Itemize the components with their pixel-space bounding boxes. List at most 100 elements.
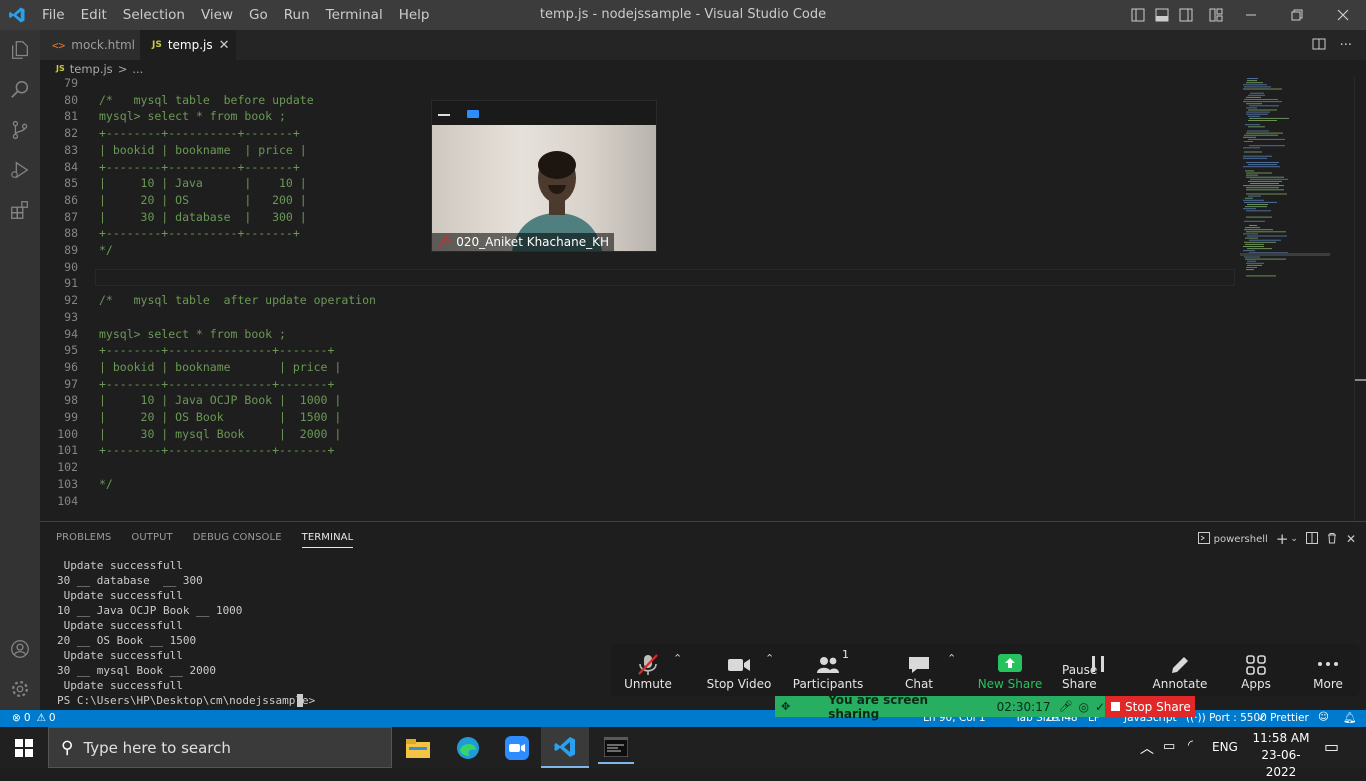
new-share-button[interactable]: New Share <box>976 644 1044 696</box>
prettier-status[interactable]: ✓ Prettier <box>1258 712 1309 724</box>
tab-terminal[interactable]: TERMINAL <box>301 532 354 548</box>
drag-handle-icon[interactable]: ✥ <box>781 700 790 713</box>
video-options-chevron-icon[interactable]: ⌃ <box>765 652 774 665</box>
tab-output[interactable]: OUTPUT <box>131 532 172 548</box>
code-line[interactable]: +--------+----------+-------+ <box>99 226 300 240</box>
minimap[interactable] <box>1240 77 1330 287</box>
participants-button[interactable]: 1 Participants <box>793 644 864 696</box>
code-editor[interactable]: 79 80 /* mysql table before update 81 mysql>… <box>40 77 1366 521</box>
close-panel-icon[interactable]: ✕ <box>1346 532 1356 546</box>
source-control-icon[interactable] <box>0 110 40 150</box>
toggle-panel-icon[interactable] <box>1150 0 1174 30</box>
audio-options-chevron-icon[interactable]: ⌃ <box>673 652 682 665</box>
show-hidden-icons-chevron-icon[interactable]: ︿ <box>1140 738 1154 758</box>
code-line[interactable]: mysql> select * from book ; <box>99 327 286 341</box>
code-line[interactable]: | bookid | bookname | price | <box>99 360 341 374</box>
muted-mic-icon[interactable]: 🎤︎ <box>1058 700 1072 713</box>
tab-debug-console[interactable]: DEBUG CONSOLE <box>193 532 282 548</box>
video-view-icon[interactable] <box>467 110 479 118</box>
code-line[interactable]: | 20 | OS Book | 1500 | <box>99 410 341 424</box>
taskbar-search-box[interactable]: ⚲ Type here to search <box>48 727 392 768</box>
code-line[interactable]: | 20 | OS | 200 | <box>99 193 307 207</box>
notifications-bell-icon[interactable]: 🔔︎ <box>1343 711 1356 724</box>
menu-file[interactable]: File <box>34 7 73 23</box>
vscode-taskbar-icon[interactable] <box>541 727 589 768</box>
accounts-icon[interactable] <box>0 629 40 669</box>
new-terminal-icon[interactable]: + <box>1276 530 1289 548</box>
menu-edit[interactable]: Edit <box>73 7 115 23</box>
more-button[interactable]: More <box>1300 644 1356 696</box>
code-line[interactable]: */ <box>99 243 113 257</box>
chat-button[interactable]: Chat <box>892 644 946 696</box>
menu-view[interactable]: View <box>193 7 241 23</box>
kill-terminal-trash-icon[interactable] <box>1326 532 1338 547</box>
code-line[interactable]: /* mysql table before update <box>99 93 314 107</box>
menu-terminal[interactable]: Terminal <box>318 7 391 23</box>
battery-icon[interactable]: ▭ <box>1163 739 1175 754</box>
file-explorer-icon[interactable] <box>400 731 436 764</box>
apps-button[interactable]: Apps <box>1230 644 1282 696</box>
code-line[interactable]: */ <box>99 477 113 491</box>
start-windows-icon[interactable] <box>0 727 48 768</box>
minimize-button[interactable] <box>1228 0 1274 30</box>
live-server-port[interactable]: ((·)) Port : 5500 <box>1186 712 1267 724</box>
tab-mock-html[interactable]: <> mock.html <box>40 30 140 60</box>
shield-check-icon[interactable]: ✓ <box>1095 700 1105 714</box>
problems-status[interactable]: ⊗ 0 ⚠ 0 <box>12 712 56 724</box>
minimize-video-icon[interactable] <box>438 114 450 116</box>
editor-scrollbar[interactable] <box>1354 77 1366 521</box>
code-line[interactable]: +--------+----------+-------+ <box>99 160 300 174</box>
menu-selection[interactable]: Selection <box>115 7 193 23</box>
code-line[interactable]: /* mysql table after update operation <box>99 293 376 307</box>
minimap-viewport[interactable] <box>1240 253 1330 256</box>
annotate-button[interactable]: Annotate <box>1148 644 1212 696</box>
code-line[interactable]: +--------+---------------+-------+ <box>99 343 334 357</box>
menu-run[interactable]: Run <box>276 7 318 23</box>
pause-share-button[interactable]: Pause Share <box>1062 644 1134 696</box>
screen-sharing-bar[interactable]: ✥ You are screen sharing 02:30:17 🎤︎ ◎ ✓ <box>775 693 1105 721</box>
toggle-sidebar-icon[interactable] <box>1126 0 1150 30</box>
toggle-secondary-sidebar-icon[interactable] <box>1174 0 1198 30</box>
chat-options-chevron-icon[interactable]: ⌃ <box>947 652 956 665</box>
notification-center-icon[interactable]: ▭ <box>1324 737 1339 756</box>
clock[interactable]: 11:58 AM 23-06-2022 <box>1248 730 1314 781</box>
mysql-shell-icon[interactable] <box>598 731 634 764</box>
feedback-icon[interactable]: ☺ <box>1318 711 1329 723</box>
search-icon[interactable] <box>0 70 40 110</box>
record-icon[interactable]: ◎ <box>1078 700 1088 714</box>
code-line[interactable]: | 10 | Java | 10 | <box>99 176 307 190</box>
split-terminal-icon[interactable] <box>1305 531 1318 547</box>
tab-problems[interactable]: PROBLEMS <box>56 532 111 548</box>
edge-browser-icon[interactable] <box>450 731 486 764</box>
manage-gear-icon[interactable] <box>0 669 40 709</box>
code-line[interactable]: | 30 | mysql Book | 2000 | <box>99 427 341 441</box>
input-language[interactable]: ENG <box>1212 740 1238 754</box>
breadcrumb-symbol[interactable]: ... <box>132 62 143 76</box>
customize-layout-icon[interactable] <box>1204 0 1228 30</box>
code-line[interactable]: | 10 | Java OCJP Book | 1000 | <box>99 393 341 407</box>
tab-temp-js[interactable]: JS temp.js ✕ <box>140 30 236 60</box>
chevron-down-icon[interactable]: ⌄ <box>1290 534 1298 544</box>
close-tab-icon[interactable]: ✕ <box>219 38 230 53</box>
code-line[interactable]: mysql> select * from book ; <box>99 109 286 123</box>
wifi-icon[interactable]: ◜ <box>1188 738 1193 753</box>
breadcrumb-file[interactable]: temp.js <box>70 62 113 76</box>
zoom-app-icon[interactable] <box>499 731 535 764</box>
menu-help[interactable]: Help <box>391 7 438 23</box>
code-line[interactable]: +--------+----------+-------+ <box>99 126 300 140</box>
code-line[interactable]: | 30 | database | 300 | <box>99 210 307 224</box>
code-line[interactable]: +--------+---------------+-------+ <box>99 443 334 457</box>
close-button[interactable] <box>1320 0 1366 30</box>
stop-video-button[interactable]: Stop Video <box>704 644 774 696</box>
code-line[interactable]: +--------+---------------+-------+ <box>99 377 334 391</box>
zoom-video-window[interactable]: 🎤︎ 020_Aniket Khachane_KH <box>431 100 657 252</box>
extensions-icon[interactable] <box>0 190 40 230</box>
run-debug-icon[interactable] <box>0 150 40 190</box>
unmute-button[interactable]: Unmute <box>618 644 678 696</box>
stop-share-button[interactable]: Stop Share <box>1105 696 1195 717</box>
menu-go[interactable]: Go <box>241 7 276 23</box>
terminal-shell-name[interactable]: powershell <box>1214 534 1268 545</box>
more-actions-icon[interactable]: ··· <box>1340 38 1352 53</box>
code-line[interactable]: | bookid | bookname | price | <box>99 143 307 157</box>
split-editor-icon[interactable] <box>1312 37 1326 54</box>
